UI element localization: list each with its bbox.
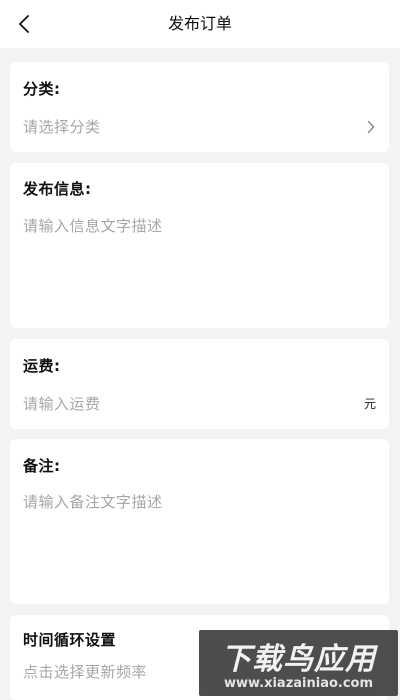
info-textarea[interactable]: 请输入信息文字描述 — [23, 215, 163, 236]
category-label: 分类: — [23, 80, 61, 98]
schedule-label: 时间循环设置 — [23, 631, 117, 649]
watermark-title: 下载鸟应用 — [221, 642, 376, 677]
remark-card: 备注: 请输入备注文字描述 — [10, 439, 389, 604]
info-label: 发布信息: — [23, 180, 92, 198]
info-card: 发布信息: 请输入信息文字描述 — [10, 163, 389, 328]
watermark-logo: 下载鸟应用 www.xiazainiao.com — [199, 630, 398, 696]
remark-textarea[interactable]: 请输入备注文字描述 — [23, 491, 163, 512]
schedule-select[interactable]: 点击选择更新频率 — [23, 661, 147, 682]
category-card[interactable]: 分类: 请选择分类 — [10, 62, 389, 152]
category-select[interactable]: 请选择分类 — [23, 116, 101, 137]
freight-card: 运费: 请输入运费 元 — [10, 339, 389, 429]
top-nav-bar: 发布订单 — [0, 0, 400, 48]
chevron-right-icon — [367, 120, 375, 134]
currency-unit: 元 — [363, 397, 376, 411]
remark-label: 备注: — [23, 457, 61, 475]
watermark-url: www.xiazainiao.com — [223, 676, 374, 691]
freight-input[interactable]: 请输入运费 — [23, 393, 101, 414]
freight-label: 运费: — [23, 357, 61, 375]
page-title: 发布订单 — [167, 14, 232, 33]
category-chevron[interactable] — [365, 120, 377, 134]
